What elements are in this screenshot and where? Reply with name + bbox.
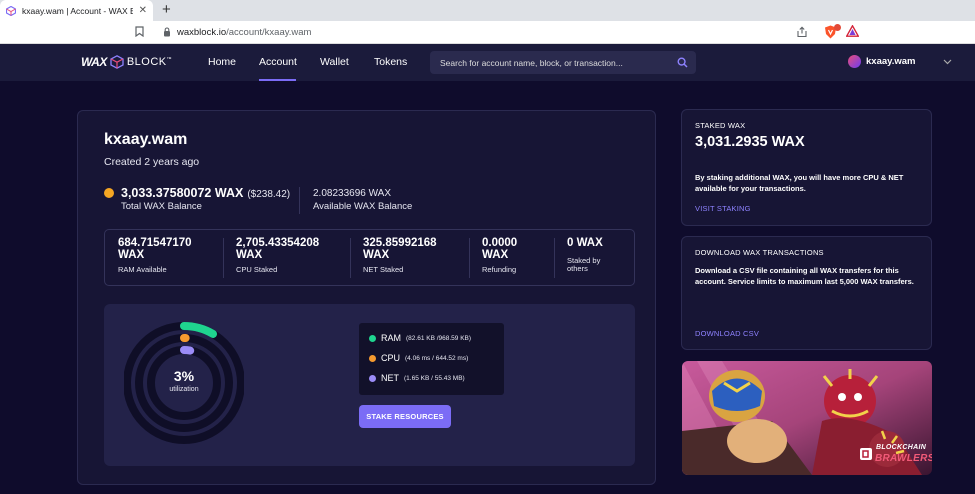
stat-staked-by-others: 0 WAX Staked by others [567,237,603,273]
download-csv-link[interactable]: DOWNLOAD CSV [695,329,759,338]
avatar [848,55,861,68]
url-host: waxblock.io [177,27,227,38]
logo-cube-icon [110,55,124,69]
legend-dot-net [369,374,376,382]
nav-wallet[interactable]: Wallet [320,56,349,68]
visit-staking-link[interactable]: VISIT STAKING [695,204,751,213]
total-balance-usd: ($238.42) [247,189,291,200]
tab-close-icon[interactable]: ✕ [139,5,147,16]
divider [223,238,224,278]
brave-badge [834,24,841,31]
browser-tab-bar: kxaay.wam | Account - WAX Explo ✕ + [0,0,975,21]
logo-wax-text: WAX [81,55,107,69]
staked-wax-title: STAKED WAX [695,121,746,130]
available-balance: 2.08233696 WAX [313,188,392,199]
legend-cpu: CPU (4.06 ms / 644.52 ms) [369,353,468,363]
browser-tab[interactable]: kxaay.wam | Account - WAX Explo ✕ [0,0,153,21]
account-name: kxaay.wam [104,131,188,148]
waxblock-logo[interactable]: WAX BLOCK™ [81,55,172,69]
search-box [430,51,696,74]
utilization-label: utilization [169,386,199,393]
search-icon[interactable] [677,57,688,68]
download-transactions-card: DOWNLOAD WAX TRANSACTIONS Download a CSV… [681,236,932,350]
account-created: Created 2 years ago [104,156,200,168]
logo-block-text: BLOCK™ [126,56,173,68]
utilization-percent: 3% [173,368,195,384]
legend-dot-ram [369,334,376,342]
waxblock-favicon-icon [6,5,16,16]
banner-line1: BLOCKCHAIN [876,444,927,451]
total-balance: 3,033.37580072 WAX ($238.42) [121,186,290,200]
available-balance-label: Available WAX Balance [313,201,413,212]
legend-dot-cpu [369,354,376,362]
stat-cpu-staked: 2,705.43354208 WAX CPU Staked [236,237,320,274]
download-title: DOWNLOAD WAX TRANSACTIONS [695,248,824,257]
nav-home[interactable]: Home [208,56,236,68]
url-field[interactable]: waxblock.io/account/kxaay.wam [177,27,311,38]
site-navbar: WAX BLOCK™ Home Account Wallet Tokens kx… [0,44,975,81]
download-text: Download a CSV file containing all WAX t… [695,266,914,286]
nav-tokens[interactable]: Tokens [374,56,407,68]
address-bar: waxblock.io/account/kxaay.wam [0,21,975,44]
divider [350,238,351,278]
account-card: kxaay.wam Created 2 years ago 3,033.3758… [77,110,656,485]
blockchain-brawlers-banner[interactable]: BLOCKCHAIN BRAWLERS [682,361,932,475]
divider [299,187,300,214]
new-tab-icon[interactable]: + [162,2,171,18]
resource-legend: RAM (82.61 KB /968.59 KB) CPU (4.06 ms /… [359,323,504,395]
stat-refunding: 0.0000 WAX Refunding [482,237,518,274]
total-balance-value: 3,033.37580072 WAX [121,186,244,200]
nav-account[interactable]: Account [259,56,297,68]
brawlers-logo-icon [860,448,872,460]
nav-active-indicator [259,79,296,81]
search-input[interactable] [440,51,675,74]
legend-net: NET (1.65 KB / 55.43 MB) [369,373,465,383]
staked-wax-value: 3,031.2935 WAX [695,134,805,150]
stat-ram-available: 684.71547170 WAX RAM Available [118,237,192,274]
staked-wax-text: By staking additional WAX, you will have… [695,173,904,193]
user-name: kxaay.wam [866,56,916,67]
share-icon[interactable] [796,26,808,38]
total-balance-label: Total WAX Balance [121,201,202,212]
chevron-down-icon[interactable] [943,59,952,65]
stake-resources-button[interactable]: STAKE RESOURCES [359,405,451,428]
legend-ram: RAM (82.61 KB /968.59 KB) [369,333,471,343]
brave-rewards-icon[interactable] [846,25,859,37]
resource-stats: 684.71547170 WAX RAM Available 2,705.433… [104,229,635,286]
user-menu[interactable]: kxaay.wam [848,55,915,68]
divider [554,238,555,278]
lock-icon[interactable] [163,27,171,37]
banner-line2: BRAWLERS [875,453,932,464]
wax-coin-icon [104,188,114,198]
staked-wax-card: STAKED WAX 3,031.2935 WAX By staking add… [681,109,932,226]
tab-title: kxaay.wam | Account - WAX Explo [22,5,133,16]
bookmark-icon[interactable] [135,26,144,37]
url-path: /account/kxaay.wam [226,27,312,38]
resource-utilization-panel: 3% utilization RAM (82.61 KB /968.59 KB)… [104,304,635,466]
stat-net-staked: 325.85992168 WAX NET Staked [363,237,437,274]
divider [469,238,470,278]
